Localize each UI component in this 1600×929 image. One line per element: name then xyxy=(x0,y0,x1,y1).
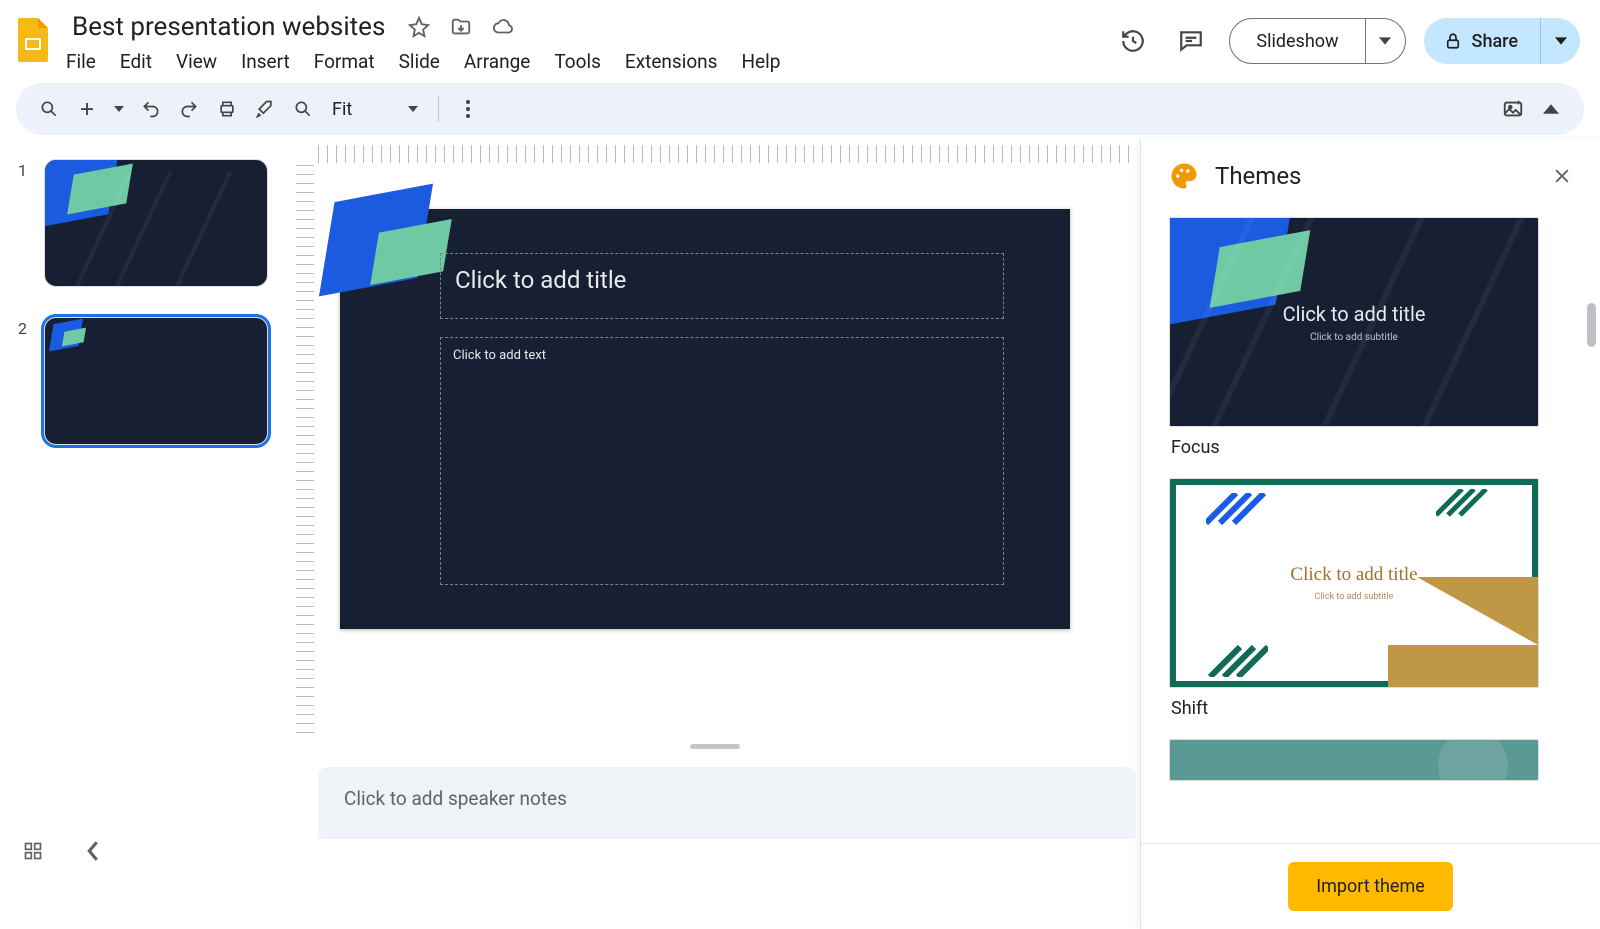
print-button[interactable] xyxy=(212,89,242,129)
lock-icon xyxy=(1444,31,1462,51)
themes-panel: Themes Click to add title Click to add s… xyxy=(1140,139,1600,929)
speaker-notes[interactable]: Click to add speaker notes xyxy=(318,767,1136,839)
close-icon[interactable] xyxy=(1552,166,1572,186)
document-title[interactable]: Best presentation websites xyxy=(66,10,391,44)
zoom-select[interactable]: Fit xyxy=(326,99,424,120)
collapse-toolbar-button[interactable] xyxy=(1536,89,1566,129)
menu-edit[interactable]: Edit xyxy=(120,50,152,73)
slideshow-dropdown[interactable] xyxy=(1365,19,1405,63)
theme-preview-subtitle: Click to add subtitle xyxy=(1315,592,1394,602)
themes-header: Themes xyxy=(1215,162,1536,190)
slide-thumbnail-1[interactable] xyxy=(44,159,268,287)
import-theme-button[interactable]: Import theme xyxy=(1288,862,1453,911)
slide-number: 1 xyxy=(18,159,32,180)
grid-view-button[interactable] xyxy=(18,836,48,866)
menu-help[interactable]: Help xyxy=(741,50,780,73)
menu-tools[interactable]: Tools xyxy=(554,50,601,73)
theme-card-shift[interactable]: Click to add title Click to add subtitle xyxy=(1169,478,1539,688)
slideshow-button[interactable]: Slideshow xyxy=(1230,19,1364,63)
paint-format-button[interactable] xyxy=(250,89,280,129)
palette-icon xyxy=(1169,161,1199,191)
zoom-icon[interactable] xyxy=(288,89,318,129)
menu-extensions[interactable]: Extensions xyxy=(625,50,718,73)
move-icon[interactable] xyxy=(447,13,475,41)
slide-thumbnail-2[interactable] xyxy=(44,317,268,445)
toolbar: Fit xyxy=(16,83,1584,135)
horizontal-ruler xyxy=(318,145,1136,163)
menu-format[interactable]: Format xyxy=(314,50,375,73)
theme-preview-subtitle: Click to add subtitle xyxy=(1310,332,1398,343)
menu-bar: File Edit View Insert Format Slide Arran… xyxy=(66,50,1113,73)
slide-number: 2 xyxy=(18,317,32,338)
menu-slide[interactable]: Slide xyxy=(399,50,440,73)
share-dropdown[interactable] xyxy=(1540,18,1580,64)
undo-button[interactable] xyxy=(136,89,166,129)
slides-logo[interactable] xyxy=(10,10,58,70)
more-options-button[interactable] xyxy=(453,89,483,129)
comments-icon[interactable] xyxy=(1171,21,1211,61)
scrollbar-thumb[interactable] xyxy=(1587,303,1596,347)
star-icon[interactable] xyxy=(405,13,433,41)
new-slide-button[interactable] xyxy=(72,89,102,129)
theme-preview-title: Click to add title xyxy=(1283,302,1426,326)
menu-file[interactable]: File xyxy=(66,50,96,73)
menu-view[interactable]: View xyxy=(176,50,217,73)
share-button[interactable]: Share xyxy=(1424,18,1540,64)
body-placeholder[interactable]: Click to add text xyxy=(440,337,1004,585)
canvas-area: Click to add title Click to add text Cli… xyxy=(290,139,1140,839)
theme-card-next[interactable] xyxy=(1169,739,1539,781)
menu-arrange[interactable]: Arrange xyxy=(464,50,530,73)
theme-name: Shift xyxy=(1171,698,1572,719)
current-slide[interactable]: Click to add title Click to add text xyxy=(340,209,1070,629)
splitter-handle[interactable] xyxy=(690,744,740,749)
theme-name: Focus xyxy=(1171,437,1572,458)
redo-button[interactable] xyxy=(174,89,204,129)
previous-slide-button[interactable] xyxy=(78,836,108,866)
new-slide-dropdown[interactable] xyxy=(110,89,128,129)
history-icon[interactable] xyxy=(1113,21,1153,61)
filmstrip: 1 2 xyxy=(0,139,290,839)
theme-preview-title: Click to add title xyxy=(1290,564,1417,586)
zoom-value: Fit xyxy=(332,99,352,120)
title-placeholder[interactable]: Click to add title xyxy=(440,253,1004,319)
share-label: Share xyxy=(1472,31,1518,52)
theme-card-focus[interactable]: Click to add title Click to add subtitle xyxy=(1169,217,1539,427)
chevron-down-icon xyxy=(408,104,418,114)
cloud-status-icon[interactable] xyxy=(489,13,517,41)
menu-insert[interactable]: Insert xyxy=(241,50,290,73)
vertical-ruler xyxy=(296,165,314,739)
insert-image-button[interactable] xyxy=(1498,89,1528,129)
search-icon[interactable] xyxy=(34,89,64,129)
